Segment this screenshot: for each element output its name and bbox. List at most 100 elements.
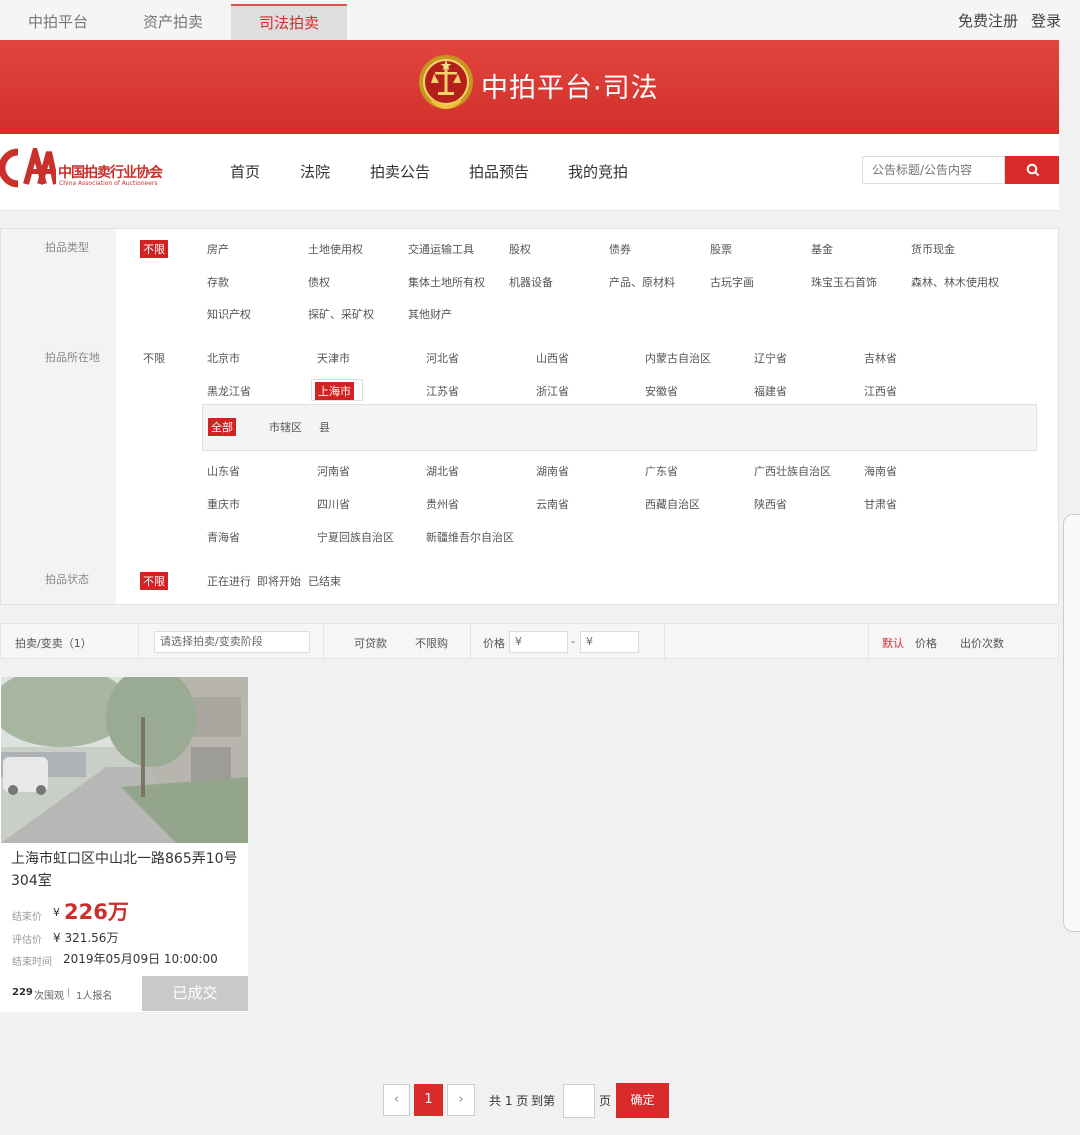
location-item-shanghai[interactable]: 上海市 [315,382,354,400]
type-item[interactable]: 森林、林木使用权 [911,274,999,290]
type-item[interactable]: 货币现金 [911,241,955,257]
type-item[interactable]: 存款 [207,274,229,290]
main-nav: 中国拍卖行业协会 China Association of Auctioneer… [0,134,1059,211]
nav-item-preview[interactable]: 拍品预告 [469,161,529,182]
type-item[interactable]: 债券 [609,241,631,257]
search-input[interactable] [862,156,1005,184]
type-item[interactable]: 产品、原材料 [609,274,675,290]
location-item[interactable]: 广西壮族自治区 [754,463,831,479]
prev-page-button[interactable]: ‹ [383,1084,410,1116]
sort-bid-count[interactable]: 出价次数 [960,635,1004,651]
location-item[interactable]: 山西省 [536,350,569,366]
location-item[interactable]: 四川省 [317,496,350,512]
location-item[interactable]: 安徽省 [645,383,678,399]
type-item[interactable]: 基金 [811,241,833,257]
go-page-button[interactable]: 确定 [616,1083,669,1118]
register-link[interactable]: 免费注册 [958,10,1018,31]
location-item[interactable]: 江苏省 [426,383,459,399]
auction-count[interactable]: 拍卖/变卖（1） [15,635,92,651]
location-item[interactable]: 新疆维吾尔自治区 [426,529,514,545]
location-item[interactable]: 湖南省 [536,463,569,479]
type-item[interactable]: 土地使用权 [308,241,363,257]
location-item[interactable]: 陕西省 [754,496,787,512]
total-pages: 共 1 页 [489,1094,529,1108]
auction-card[interactable]: 上海市虹口区中山北一路865弄10号304室 结束价 ¥ 226万 评估价 ¥ … [0,677,248,1012]
nav-home[interactable]: 首页 [230,161,260,182]
type-item[interactable]: 知识产权 [207,306,251,322]
caa-logo-icon[interactable] [0,148,56,188]
no-limit-filter[interactable]: 不限购 [415,635,448,651]
eval-price: ¥ 321.56万 [53,931,119,945]
type-item[interactable]: 股权 [509,241,531,257]
status-item[interactable]: 即将开始 [257,573,301,589]
type-item[interactable]: 其他财产 [408,306,452,322]
location-item[interactable]: 宁夏回族自治区 [317,529,394,545]
eval-price-label: 评估价 [12,935,42,946]
location-item[interactable]: 青海省 [207,529,240,545]
location-item[interactable]: 吉林省 [864,350,897,366]
type-item[interactable]: 房产 [207,241,229,257]
location-item[interactable]: 河南省 [317,463,350,479]
tab-judicial-auction[interactable]: 司法拍卖 [231,4,347,40]
property-photo[interactable] [1,677,248,843]
location-item[interactable]: 云南省 [536,496,569,512]
nav-auction-notices[interactable]: 拍卖公告 [370,161,430,182]
location-item[interactable]: 福建省 [754,383,787,399]
page-number-input[interactable] [563,1084,595,1118]
type-item[interactable]: 债权 [308,274,330,290]
location-item[interactable]: 辽宁省 [754,350,787,366]
type-all-tag[interactable]: 不限 [140,240,168,258]
tab-asset-auction[interactable]: 资产拍卖 [115,4,231,40]
location-item[interactable]: 重庆市 [207,496,240,512]
type-item[interactable]: 股票 [710,241,732,257]
location-item[interactable]: 河北省 [426,350,459,366]
district-item[interactable]: 市辖区 [269,419,302,435]
district-all-tag[interactable]: 全部 [208,418,236,436]
nav-courts[interactable]: 法院 [300,161,330,182]
status-all-tag[interactable]: 不限 [140,572,168,590]
price-dash: - [571,635,575,648]
location-all-tag[interactable]: 不限 [140,349,168,367]
sold-button[interactable]: 已成交 [142,976,248,1011]
page-1-button[interactable]: 1 [414,1084,443,1116]
price-max-input[interactable]: ¥ [580,631,639,653]
banner-title: 中拍平台·司法 [481,73,659,104]
location-item[interactable]: 内蒙古自治区 [645,350,711,366]
location-item[interactable]: 北京市 [207,350,240,366]
price-min-input[interactable]: ¥ [509,631,568,653]
nav-my-bids[interactable]: 我的竞拍 [568,161,628,182]
login-link[interactable]: 登录 [1031,10,1061,31]
location-item[interactable]: 西藏自治区 [645,496,700,512]
location-item[interactable]: 湖北省 [426,463,459,479]
sort-price[interactable]: 价格 [915,635,937,651]
sort-default[interactable]: 默认 [882,635,904,651]
side-scroll-tab[interactable] [1063,514,1080,932]
type-item[interactable]: 古玩字画 [710,274,754,290]
view-count-suffix: 次围观 [34,991,64,1002]
location-item[interactable]: 海南省 [864,463,897,479]
search-button[interactable] [1005,156,1059,184]
tab-zhongpai-platform[interactable]: 中拍平台 [0,4,116,40]
location-item[interactable]: 天津市 [317,350,350,366]
location-item[interactable]: 贵州省 [426,496,459,512]
type-item[interactable]: 集体土地所有权 [408,274,485,290]
next-page-button[interactable]: › [447,1084,475,1116]
price-label: 价格 [483,637,505,650]
district-item[interactable]: 县 [319,419,330,435]
type-item[interactable]: 交通运输工具 [408,241,474,257]
location-item[interactable]: 黑龙江省 [207,383,251,399]
location-item[interactable]: 山东省 [207,463,240,479]
location-item[interactable]: 江西省 [864,383,897,399]
location-item[interactable]: 甘肃省 [864,496,897,512]
location-item[interactable]: 浙江省 [536,383,569,399]
status-item[interactable]: 正在进行 [207,573,251,589]
banner: 中拍平台·司法 [0,40,1059,134]
location-item[interactable]: 广东省 [645,463,678,479]
status-item[interactable]: 已结束 [308,573,341,589]
type-item[interactable]: 珠宝玉石首饰 [811,274,877,290]
card-title[interactable]: 上海市虹口区中山北一路865弄10号304室 [11,848,243,892]
type-item[interactable]: 机器设备 [509,274,553,290]
loan-filter[interactable]: 可贷款 [354,635,387,651]
stage-select[interactable]: 请选择拍卖/变卖阶段 [154,631,310,653]
type-item[interactable]: 探矿、采矿权 [308,306,374,322]
